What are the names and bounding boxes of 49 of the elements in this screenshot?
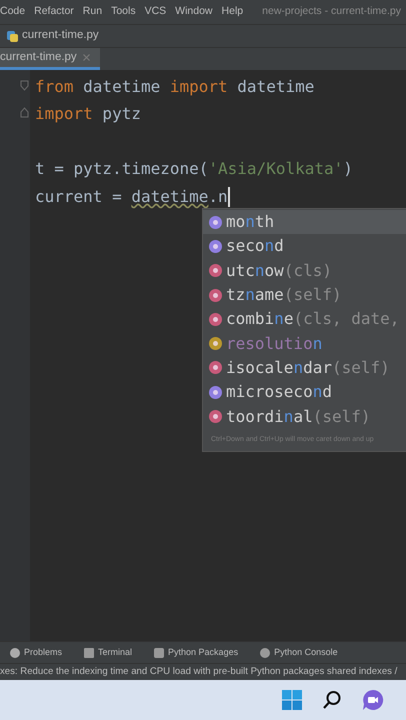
python-file-icon [6, 30, 19, 42]
menu-item[interactable]: VCS [144, 4, 166, 20]
code-line: t = pytz.timezone('Asia/Kolkata') [35, 158, 353, 180]
code-line: from datetime import datetime [35, 76, 314, 98]
menu-item[interactable]: Window [175, 4, 213, 20]
menu-item[interactable]: Run [82, 4, 102, 20]
field-icon [209, 337, 222, 350]
completion-item[interactable]: toordinal(self) [203, 404, 406, 429]
search-icon[interactable] [322, 690, 342, 710]
code-line: import pytz [35, 103, 141, 126]
completion-item[interactable]: resolution [203, 331, 406, 356]
method-icon [209, 312, 222, 326]
tool-icon [260, 648, 270, 658]
completion-item[interactable]: second [203, 234, 406, 259]
method-icon [209, 410, 222, 424]
window-title: new-projects - current-time.py [262, 4, 402, 20]
breadcrumb-item[interactable]: current-time.py [22, 27, 99, 45]
tool-window-button[interactable]: Terminal [84, 646, 132, 660]
text-cursor [228, 186, 230, 207]
completion-item[interactable]: combine(cls, date, [203, 307, 406, 332]
status-message: xes: Reduce the indexing time and CPU load with pre-built Python packages shared indexes / [0, 664, 398, 679]
method-icon [209, 361, 222, 374]
property-icon [209, 216, 222, 229]
close-icon[interactable] [82, 54, 90, 61]
tool-window-button[interactable]: Problems [10, 646, 62, 660]
tool-window-button[interactable]: Python Packages [154, 646, 238, 660]
editor-tab[interactable]: current-time.py [0, 48, 100, 70]
fold-icon[interactable] [20, 107, 29, 118]
property-icon [209, 240, 222, 253]
fold-icon[interactable] [20, 80, 29, 91]
menu-item[interactable]: Code [0, 4, 26, 20]
tool-icon [10, 648, 20, 658]
menu-item[interactable]: Help [222, 4, 244, 20]
completion-item[interactable]: tzname(self) [203, 282, 406, 308]
property-icon [209, 386, 222, 399]
menu-item[interactable]: Refactor [34, 4, 74, 20]
method-icon [209, 264, 222, 278]
tool-icon [84, 648, 94, 658]
chat-icon[interactable] [362, 689, 384, 711]
tool-icon [154, 648, 164, 658]
menu-item[interactable]: Tools [111, 4, 136, 20]
completion-item[interactable]: isocalendar(self) [203, 356, 406, 380]
method-icon [209, 288, 222, 302]
completion-item[interactable]: utcnow(cls) [203, 258, 406, 283]
completion-item[interactable]: month [203, 210, 406, 234]
code-line: current = datetime.n [35, 186, 228, 208]
completion-item[interactable]: microsecond [203, 380, 406, 404]
windows-logo-icon[interactable] [282, 690, 302, 710]
tool-window-button[interactable]: Python Console [260, 646, 338, 660]
